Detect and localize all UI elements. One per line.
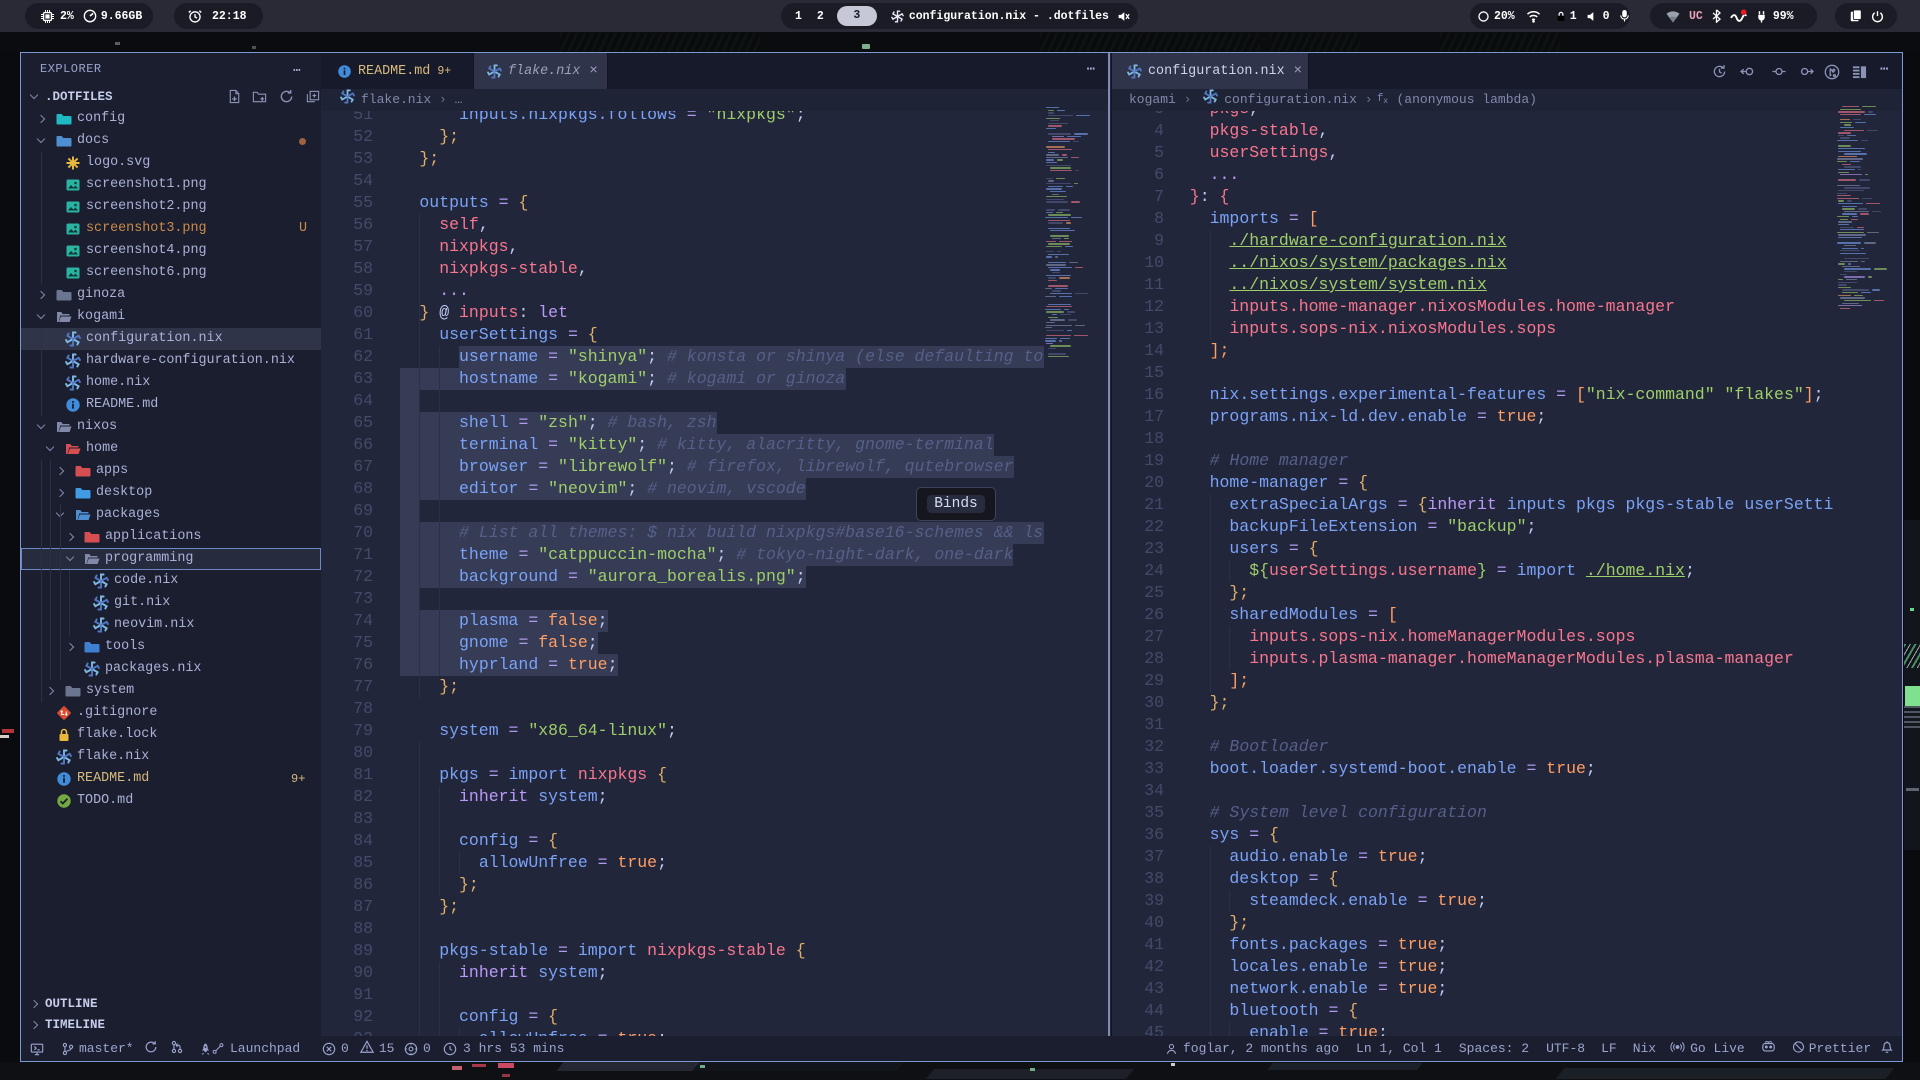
svg-text:x: x xyxy=(1383,97,1388,103)
